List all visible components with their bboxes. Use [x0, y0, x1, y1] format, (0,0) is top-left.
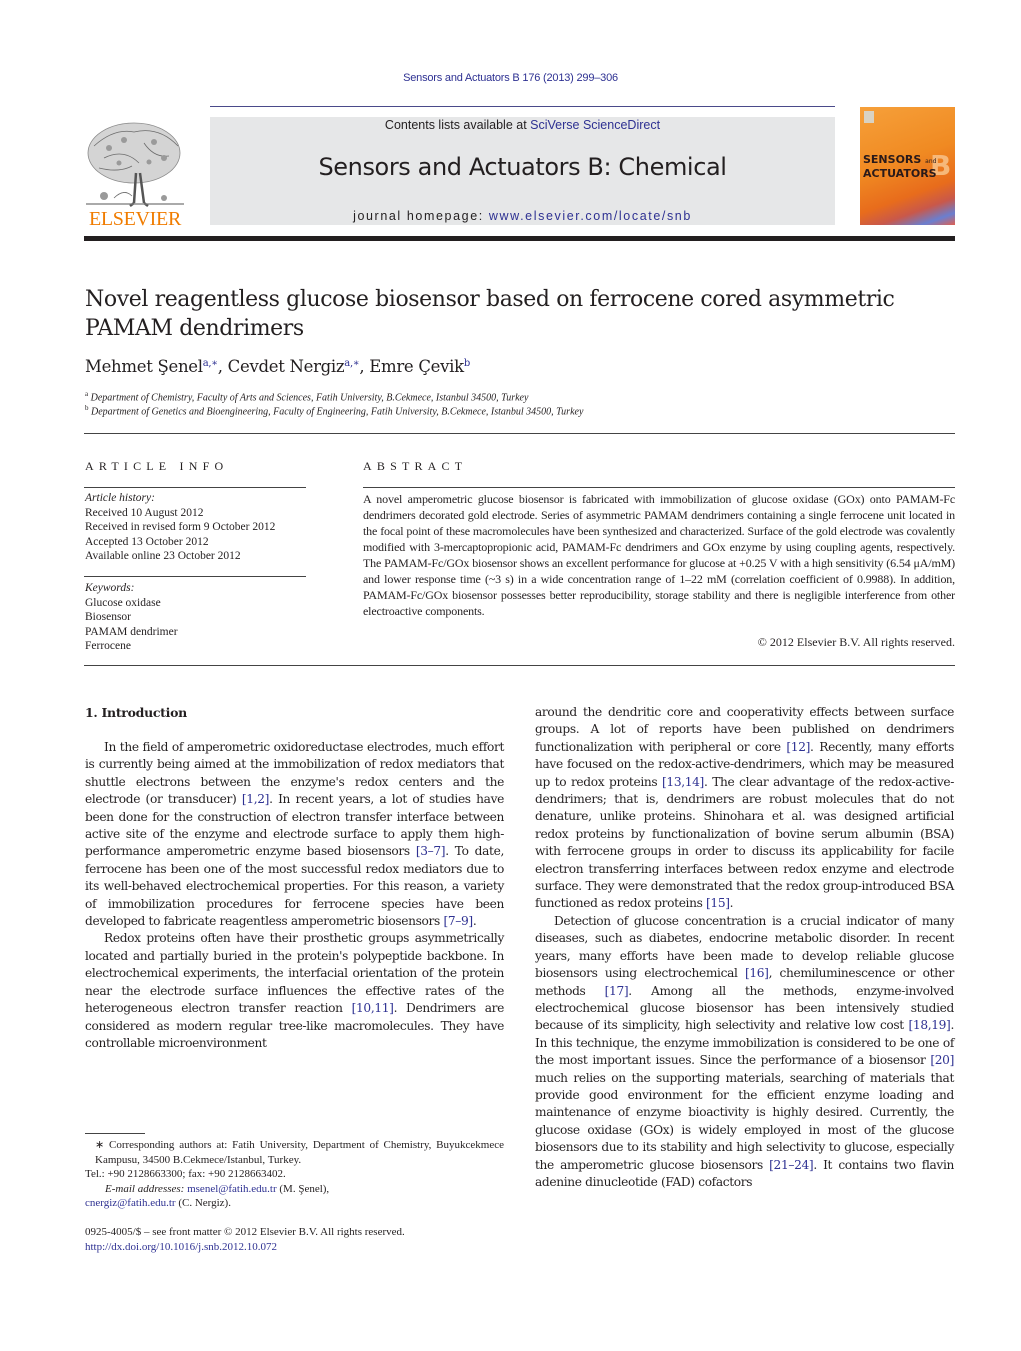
- journal-title: Sensors and Actuators B: Chemical: [318, 153, 727, 181]
- journal-cover-thumbnail[interactable]: B SENSORS and ACTUATORS: [860, 107, 955, 225]
- journal-homepage-link[interactable]: www.elsevier.com/locate/snb: [489, 209, 692, 223]
- affiliation-text: Department of Genetics and Bioengineerin…: [91, 406, 584, 418]
- front-matter: 0925-4005/$ – see front matter © 2012 El…: [85, 1225, 504, 1255]
- contents-prefix: Contents lists available at: [384, 118, 531, 132]
- abstract-rule: [363, 487, 955, 488]
- masthead-divider: [84, 236, 955, 241]
- contact-phone: Tel.: +90 2128663300; fax: +90 212866340…: [85, 1168, 286, 1180]
- title-divider: [84, 433, 955, 434]
- article-history: Article history: Received 10 August 2012…: [85, 491, 275, 564]
- journal-masthead: Contents lists available at SciVerse Sci…: [210, 117, 835, 225]
- body-paragraph: around the dendritic core and cooperativ…: [535, 704, 954, 913]
- journal-homepage-line: journal homepage: www.elsevier.com/locat…: [210, 209, 835, 223]
- corresponding-author-note: ∗ Corresponding authors at: Fatih Univer…: [95, 1139, 504, 1166]
- author-name[interactable]: Emre Çevik: [369, 357, 464, 376]
- citation-link[interactable]: [15]: [706, 896, 730, 910]
- footnote-rule: [85, 1133, 145, 1134]
- affiliation-a: a Department of Chemistry, Faculty of Ar…: [85, 390, 528, 403]
- author-separator: ,: [359, 357, 370, 376]
- email-label: E-mail addresses:: [105, 1182, 185, 1195]
- author-separator: ,: [217, 357, 228, 376]
- keywords-rule: [84, 576, 306, 577]
- email-link[interactable]: msenel@fatih.edu.tr: [187, 1183, 277, 1195]
- citation-link[interactable]: [18,19]: [909, 1018, 951, 1032]
- cover-line-2: ACTUATORS: [863, 167, 937, 180]
- citation-link[interactable]: [7–9]: [443, 914, 473, 928]
- author-name[interactable]: Cevdet Nergiz: [228, 357, 345, 376]
- author-list: Mehmet Şenela,∗, Cevdet Nergiza,∗, Emre …: [85, 357, 470, 376]
- email-owner: (C. Nergiz).: [175, 1197, 231, 1209]
- affiliation-mark: a: [85, 390, 89, 398]
- citation-link[interactable]: [10,11]: [352, 1001, 394, 1015]
- history-entry: Available online 23 October 2012: [85, 550, 241, 562]
- body-paragraph: Detection of glucose concentration is a …: [535, 913, 954, 1192]
- cover-line-1: SENSORS: [863, 153, 922, 166]
- homepage-prefix: journal homepage:: [353, 209, 489, 223]
- keyword: Biosensor: [85, 611, 131, 623]
- keyword: Glucose oxidase: [85, 596, 161, 609]
- citation-link[interactable]: [17]: [605, 984, 629, 998]
- email-line: E-mail addresses: msenel@fatih.edu.tr (M…: [85, 1182, 504, 1197]
- article-info-rule: [84, 487, 306, 488]
- citation-link[interactable]: [12]: [786, 740, 810, 754]
- footnotes: ∗ Corresponding authors at: Fatih Univer…: [85, 1138, 504, 1211]
- citation-link[interactable]: [1,2]: [242, 792, 270, 806]
- body-paragraph: In the field of amperometric oxidoreduct…: [85, 739, 504, 930]
- paragraph-text: much relies on the supporting materials,…: [535, 1070, 954, 1172]
- section-heading-introduction: 1. Introduction: [85, 705, 187, 720]
- doi-link[interactable]: http://dx.doi.org/10.1016/j.snb.2012.10.…: [85, 1241, 277, 1253]
- citation-link[interactable]: [16]: [745, 966, 769, 980]
- header-rule: [210, 106, 835, 107]
- left-column: In the field of amperometric oxidoreduct…: [85, 739, 504, 1052]
- article-info-heading: ARTICLE INFO: [85, 459, 229, 473]
- right-column: around the dendritic core and cooperativ…: [535, 704, 954, 1191]
- history-entry: Accepted 13 October 2012: [85, 535, 209, 548]
- citation-link[interactable]: [3–7]: [416, 844, 446, 858]
- author-name[interactable]: Mehmet Şenel: [85, 357, 203, 376]
- abstract-heading: ABSTRACT: [363, 459, 468, 473]
- paragraph-text: .: [472, 914, 477, 929]
- contents-availability-line: Contents lists available at SciVerse Sci…: [210, 118, 835, 132]
- cover-title: SENSORS and ACTUATORS: [863, 154, 937, 180]
- citation-link[interactable]: [20]: [930, 1053, 954, 1067]
- issn-line: 0925-4005/$ – see front matter © 2012 El…: [85, 1226, 405, 1238]
- author-affiliation-mark[interactable]: a,∗: [203, 358, 218, 369]
- abstract-text: A novel amperometric glucose biosensor i…: [363, 492, 955, 618]
- cover-and: and: [925, 158, 937, 165]
- author-affiliation-mark[interactable]: a,∗: [344, 358, 359, 369]
- affiliation-mark: b: [85, 404, 89, 412]
- paragraph-text: .: [729, 896, 734, 911]
- running-head-citation[interactable]: Sensors and Actuators B 176 (2013) 299–3…: [0, 72, 1021, 84]
- citation-link[interactable]: [21–24]: [769, 1158, 814, 1172]
- body-paragraph: Redox proteins often have their prosthet…: [85, 930, 504, 1052]
- sciencedirect-link[interactable]: SciVerse ScienceDirect: [530, 118, 660, 132]
- affiliation-b: b Department of Genetics and Bioengineer…: [85, 404, 583, 417]
- keywords: Keywords: Glucose oxidase Biosensor PAMA…: [85, 581, 178, 654]
- citation-link[interactable]: [13,14]: [662, 775, 704, 789]
- author-affiliation-mark[interactable]: b: [464, 358, 470, 369]
- cover-publisher-badge-icon: [864, 111, 874, 123]
- paragraph-text: . The clear advantage of the redox-activ…: [535, 774, 954, 911]
- article-history-label: Article history:: [85, 492, 155, 504]
- keyword: Ferrocene: [85, 640, 131, 652]
- email-owner: (M. Şenel),: [276, 1182, 330, 1195]
- history-entry: Received 10 August 2012: [85, 506, 204, 519]
- abstract-copyright: © 2012 Elsevier B.V. All rights reserved…: [757, 635, 955, 649]
- keywords-label: Keywords:: [85, 582, 135, 594]
- history-entry: Received in revised form 9 October 2012: [85, 521, 276, 533]
- elsevier-wordmark[interactable]: ELSEVIER: [84, 208, 186, 231]
- email-link[interactable]: cnergiz@fatih.edu.tr: [85, 1197, 176, 1209]
- affiliation-text: Department of Chemistry, Faculty of Arts…: [90, 392, 529, 404]
- abstract-divider: [84, 665, 955, 666]
- article-title: Novel reagentless glucose biosensor base…: [85, 287, 895, 341]
- keyword: PAMAM dendrimer: [85, 625, 178, 638]
- email-line: cnergiz@fatih.edu.tr (C. Nergiz).: [85, 1196, 504, 1211]
